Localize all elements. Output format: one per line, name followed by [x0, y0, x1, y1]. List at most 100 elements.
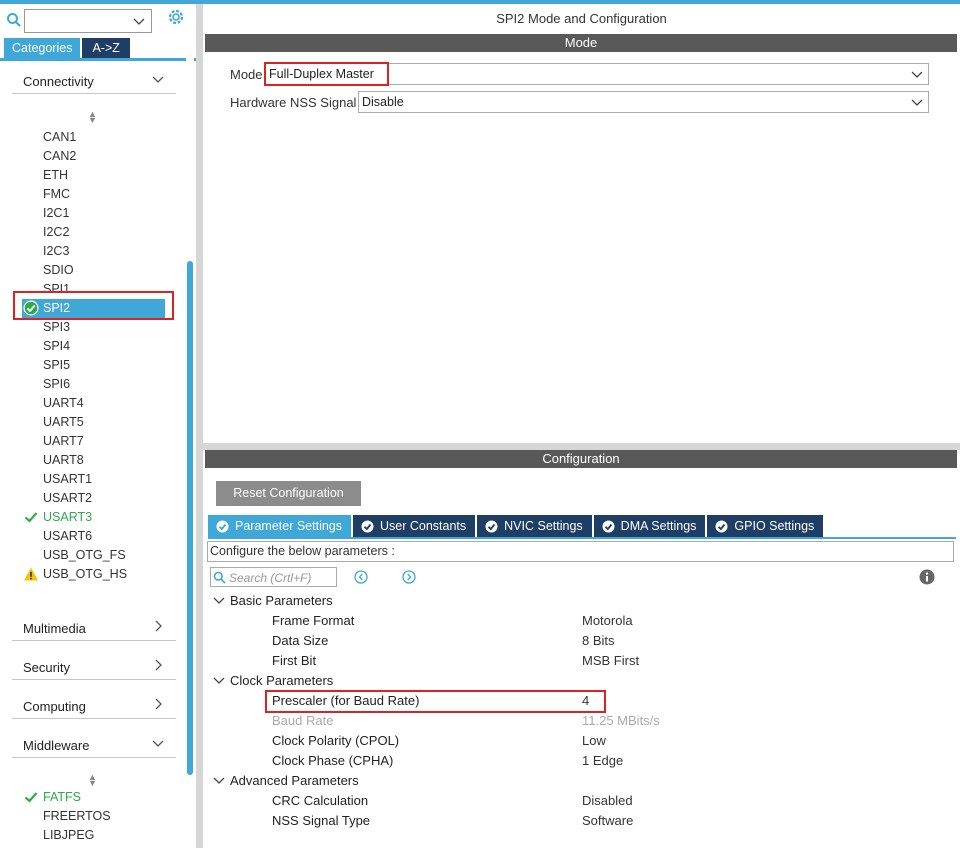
param-value[interactable]: Software [582, 811, 633, 831]
sidebar-item-spi4[interactable]: SPI4 [43, 337, 70, 356]
tab-gpio-settings[interactable]: GPIO Settings [707, 515, 824, 537]
param-group[interactable]: Clock Parameters [213, 671, 333, 691]
category-connectivity[interactable]: Connectivity [12, 70, 176, 94]
check-circle-icon [361, 520, 374, 532]
parameter-search-input[interactable]: Search (Crtl+F) [210, 567, 337, 587]
sidebar-item-eth[interactable]: ETH [43, 166, 68, 185]
previous-match-icon[interactable] [354, 570, 368, 584]
search-icon [213, 571, 226, 584]
param-name[interactable]: Clock Phase (CPHA) [272, 751, 393, 771]
tab-user-constants[interactable]: User Constants [353, 515, 476, 537]
check-circle-icon [715, 520, 728, 532]
param-value: 11.25 MBits/s [582, 713, 660, 728]
sidebar-item-spi6[interactable]: SPI6 [43, 375, 70, 394]
category-tabs: Categories A->Z [4, 38, 130, 58]
tab-label: DMA Settings [620, 519, 697, 533]
tab-a-to-z[interactable]: A->Z [82, 38, 130, 58]
sidebar-item-libjpeg[interactable]: LIBJPEG [43, 826, 94, 845]
sidebar-item-uart5[interactable]: UART5 [43, 413, 84, 432]
info-icon[interactable] [919, 569, 935, 585]
gear-icon[interactable] [166, 7, 186, 27]
param-name[interactable]: Frame Format [272, 611, 354, 631]
sidebar-item-i2c3[interactable]: I2C3 [43, 242, 69, 261]
left-scrollbar-thumb[interactable] [187, 261, 193, 775]
category-label: Security [23, 660, 70, 675]
reset-configuration-button[interactable]: Reset Configuration [216, 481, 361, 506]
param-value[interactable]: Disabled [582, 791, 633, 811]
search-combobox[interactable] [24, 9, 152, 33]
param-value[interactable]: 8 Bits [582, 631, 615, 651]
sidebar-item-uart4[interactable]: UART4 [43, 394, 84, 413]
check-icon [23, 509, 39, 525]
param-name[interactable]: Data Size [272, 631, 328, 651]
sidebar-item-uart8[interactable]: UART8 [43, 451, 84, 470]
sidebar-item-usart2[interactable]: USART2 [43, 489, 92, 508]
check-circle-icon [485, 520, 498, 532]
sidebar-item-fmc[interactable]: FMC [43, 185, 70, 204]
search-icon [7, 13, 21, 27]
chevron-down-icon [152, 740, 164, 747]
param-value[interactable]: 1 Edge [582, 751, 623, 771]
param-group-label: Advanced Parameters [230, 773, 359, 788]
param-name[interactable]: First Bit [272, 651, 316, 671]
param-value[interactable]: Low [582, 731, 606, 751]
sidebar-item-uart7[interactable]: UART7 [43, 432, 84, 451]
param-group[interactable]: Advanced Parameters [213, 771, 359, 791]
param-value[interactable]: MSB First [582, 651, 639, 671]
tab-underline [0, 58, 196, 61]
tab-label: Parameter Settings [235, 519, 342, 533]
chevron-down-icon [911, 99, 923, 106]
category-middleware[interactable]: Middleware [12, 734, 176, 758]
tab-dma-settings[interactable]: DMA Settings [593, 515, 706, 537]
tab-nvic-settings[interactable]: NVIC Settings [477, 515, 592, 537]
config-tabs: Parameter Settings User Constants NVIC S… [208, 515, 825, 537]
tab-label: GPIO Settings [734, 519, 815, 533]
param-name[interactable]: Clock Polarity (CPOL) [272, 731, 399, 751]
sidebar-item-freertos[interactable]: FREERTOS [43, 807, 111, 826]
nss-select[interactable]: Disable [358, 91, 929, 113]
next-match-icon[interactable] [402, 570, 416, 584]
category-label: Connectivity [23, 74, 94, 89]
category-computing[interactable]: Computing [12, 695, 176, 719]
category-multimedia[interactable]: Multimedia [12, 617, 176, 641]
left-search [6, 9, 186, 33]
chevron-down-icon [133, 18, 145, 25]
param-name[interactable]: CRC Calculation [272, 791, 368, 811]
tab-categories[interactable]: Categories [4, 38, 81, 58]
chevron-right-icon [155, 659, 162, 671]
sidebar-item-usart3[interactable]: USART3 [43, 508, 92, 527]
category-security[interactable]: Security [12, 656, 176, 680]
chevron-down-icon [213, 597, 225, 604]
param-value[interactable]: Motorola [582, 611, 633, 631]
spi2-highlight-box [13, 291, 174, 320]
param-group[interactable]: Basic Parameters [213, 591, 333, 611]
tab-parameter-settings[interactable]: Parameter Settings [208, 515, 351, 537]
search-placeholder: Search (Crtl+F) [229, 571, 312, 585]
sidebar-item-spi5[interactable]: SPI5 [43, 356, 70, 375]
sidebar-item-i2c1[interactable]: I2C1 [43, 204, 69, 223]
sidebar-item-fatfs[interactable]: FATFS [43, 788, 81, 807]
check-circle-icon [216, 520, 229, 532]
sidebar-item-can1[interactable]: CAN1 [43, 128, 76, 147]
sidebar-item-i2c2[interactable]: I2C2 [43, 223, 69, 242]
sort-arrows-icon[interactable]: ▲ ▼ [88, 773, 97, 788]
warning-icon [23, 566, 39, 582]
sidebar-item-usb_otg_hs[interactable]: USB_OTG_HS [43, 565, 127, 584]
sidebar-item-usb_otg_fs[interactable]: USB_OTG_FS [43, 546, 126, 565]
section-splitter[interactable] [203, 443, 960, 450]
panel-divider[interactable] [196, 4, 203, 848]
sidebar-item-sdio[interactable]: SDIO [43, 261, 74, 280]
chevron-right-icon [155, 620, 162, 632]
param-name[interactable]: NSS Signal Type [272, 811, 370, 831]
sidebar-item-usart1[interactable]: USART1 [43, 470, 92, 489]
sidebar-item-spi3[interactable]: SPI3 [43, 318, 70, 337]
sort-arrows-icon[interactable]: ▲ ▼ [88, 110, 97, 125]
chevron-down-icon [911, 71, 923, 78]
mode-section-bar: Mode [205, 34, 957, 52]
sidebar-item-can2[interactable]: CAN2 [43, 147, 76, 166]
parameters-hint: Configure the below parameters : [207, 541, 954, 562]
chevron-down-icon [152, 76, 164, 83]
page-title: SPI2 Mode and Configuration [496, 11, 667, 26]
sidebar-item-usart6[interactable]: USART6 [43, 527, 92, 546]
param-name[interactable]: Baud Rate [272, 711, 333, 731]
